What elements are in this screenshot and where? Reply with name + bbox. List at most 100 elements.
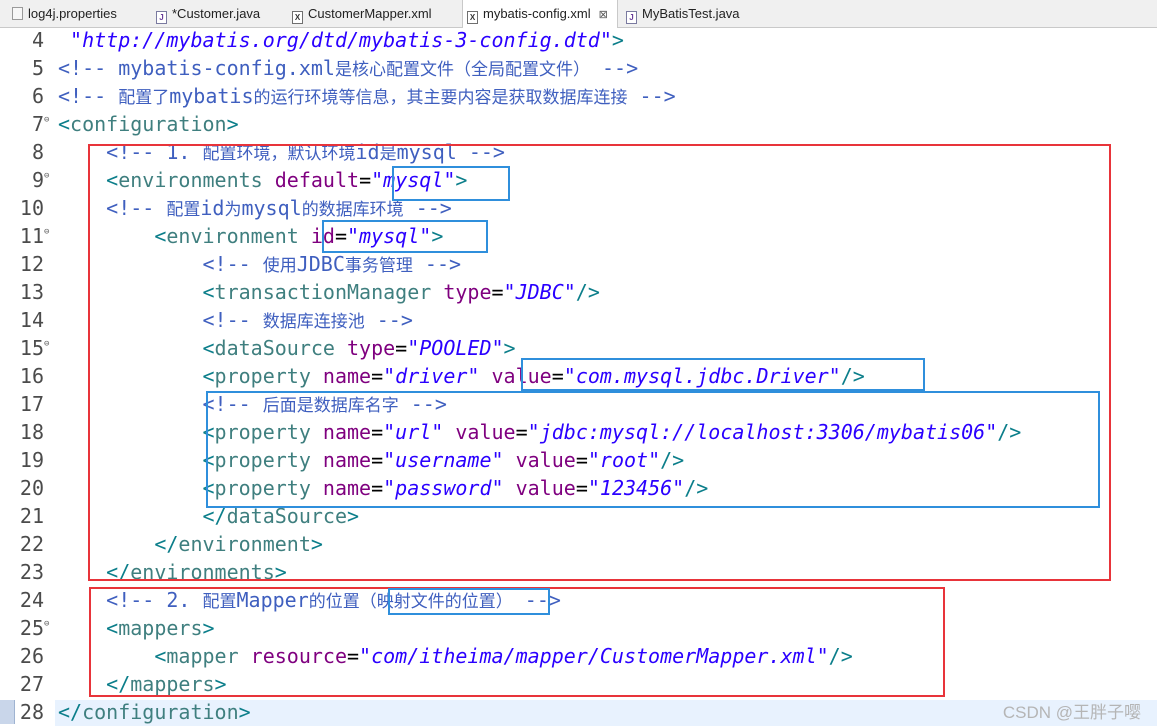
code-text: <environments default="mysql"> — [58, 166, 467, 194]
code-text: <!-- 2. 配置Mapper的位置（映射文件的位置） --> — [58, 586, 561, 616]
code-token: > — [202, 616, 215, 640]
code-token: dataSource — [226, 504, 347, 528]
code-token: environment — [166, 224, 311, 248]
code-token: resource — [250, 644, 347, 668]
xml-file-icon: X — [467, 11, 478, 24]
code-token: Mapper — [236, 588, 309, 612]
code-token: "com/itheima/mapper/CustomerMapper.xml" — [359, 644, 829, 668]
tab-label: log4j.properties — [28, 6, 117, 21]
line-number: 9 — [31, 168, 44, 192]
code-token: "http://mybatis.org/dtd/mybatis-3-config… — [58, 28, 612, 52]
code-token: 配置环境，默认环境 — [202, 144, 356, 164]
fold-toggle-icon[interactable]: ⊖ — [44, 218, 49, 246]
tab-mybatis-config-xml[interactable]: Xmybatis-config.xml ⊠ — [462, 0, 618, 28]
code-token: </ — [58, 700, 83, 724]
code-token: id — [200, 196, 225, 220]
code-token: = — [371, 420, 384, 444]
code-token: --> — [512, 588, 561, 612]
line-number: 5 — [31, 56, 44, 80]
code-token: = — [347, 644, 360, 668]
code-text: <!-- 数据库连接池 --> — [58, 306, 413, 336]
code-token: > — [226, 112, 239, 136]
code-token: = — [371, 448, 384, 472]
code-text: <!-- 配置id为mysql的数据库环境 --> — [58, 194, 452, 224]
code-token: environment — [178, 532, 311, 556]
code-text: <!-- 配置了mybatis的运行环境等信息，其主要内容是获取数据库连接 --… — [58, 82, 676, 112]
code-token: "com.mysql.jdbc.Driver" — [563, 364, 841, 388]
line-number: 20 — [19, 476, 44, 500]
line-number: 7 — [31, 112, 44, 136]
fold-toggle-icon[interactable]: ⊖ — [44, 610, 49, 638]
code-text: </environment> — [58, 530, 323, 558]
code-token: < — [58, 364, 215, 388]
code-text: <property name="url" value="jdbc:mysql:/… — [58, 418, 1021, 446]
code-token: name — [322, 364, 372, 388]
code-token: 使用 — [262, 256, 297, 276]
code-token: 为 — [224, 200, 242, 220]
tab-label: mybatis-config.xml — [483, 6, 591, 21]
fold-toggle-icon[interactable]: ⊖ — [44, 162, 49, 190]
code-token: default — [274, 168, 360, 192]
code-text: <dataSource type="POOLED"> — [58, 334, 515, 362]
code-token: < — [58, 168, 119, 192]
code-token: --> — [627, 84, 676, 108]
line-number: 28 — [19, 700, 44, 724]
code-token: value — [455, 420, 516, 444]
code-token: mysql --> — [396, 140, 505, 164]
code-text: <transactionManager type="JDBC"/> — [58, 278, 599, 306]
tab-customer-mapper-xml[interactable]: X CustomerMapper.xml — [288, 0, 456, 27]
code-token: = — [395, 336, 408, 360]
close-tab-icon[interactable]: ⊠ — [599, 9, 608, 21]
code-token: "JDBC" — [503, 280, 576, 304]
tab-log4j-properties[interactable]: log4j.properties — [8, 0, 148, 27]
code-token: mappers — [118, 616, 203, 640]
code-token: /> — [997, 420, 1022, 444]
code-token: = — [575, 476, 588, 500]
code-token: type — [443, 280, 492, 304]
tab-mybatistest-java[interactable]: J MyBatisTest.java — [622, 0, 762, 27]
code-token: value — [515, 448, 576, 472]
code-token: value — [491, 364, 552, 388]
code-token: <!-- 2. — [58, 588, 203, 612]
code-token: /> — [684, 476, 709, 500]
code-token: 是 — [379, 144, 397, 164]
code-token: 数据库连接池 — [262, 312, 365, 332]
line-number: 16 — [19, 364, 44, 388]
line-number: 17 — [19, 392, 44, 416]
code-token: = — [491, 280, 504, 304]
fold-toggle-icon[interactable]: ⊖ — [44, 106, 49, 134]
code-text: </dataSource> — [58, 502, 359, 530]
line-number: 21 — [19, 504, 44, 528]
line-number: 22 — [19, 532, 44, 556]
line-number: 25 — [19, 616, 44, 640]
code-token: "mysql" — [371, 168, 456, 192]
java-file-icon: J — [156, 11, 167, 24]
code-token: name — [322, 420, 372, 444]
code-token: property — [214, 364, 323, 388]
code-token: = — [551, 364, 564, 388]
code-token: 的运行环境等信息，其主要内容是获取数据库连接 — [253, 88, 628, 108]
properties-file-icon — [12, 7, 23, 20]
code-token: 是核心配置文件（全局配置文件） — [334, 60, 590, 80]
code-token: "password" — [383, 476, 516, 500]
line-number: 11 — [19, 224, 44, 248]
code-token: "POOLED" — [407, 336, 504, 360]
code-token: --> — [364, 308, 413, 332]
code-token: = — [371, 364, 384, 388]
line-number: 8 — [31, 140, 44, 164]
code-token: <!-- mybatis-config.xml — [58, 56, 335, 80]
code-token: <!-- — [58, 84, 119, 108]
code-token: property — [214, 448, 323, 472]
tab-customer-java[interactable]: J *Customer.java — [152, 0, 284, 27]
code-token: mappers — [130, 672, 215, 696]
code-token: > — [347, 504, 360, 528]
code-text: <environment id="mysql"> — [58, 222, 443, 250]
code-token: < — [58, 224, 167, 248]
fold-toggle-icon[interactable]: ⊖ — [44, 330, 49, 358]
code-token: property — [214, 420, 323, 444]
code-text: "http://mybatis.org/dtd/mybatis-3-config… — [58, 26, 624, 54]
code-text: <mappers> — [58, 614, 215, 642]
tab-label: CustomerMapper.xml — [308, 6, 432, 21]
code-token: 配置 — [202, 592, 237, 612]
code-token: environments — [130, 560, 275, 584]
